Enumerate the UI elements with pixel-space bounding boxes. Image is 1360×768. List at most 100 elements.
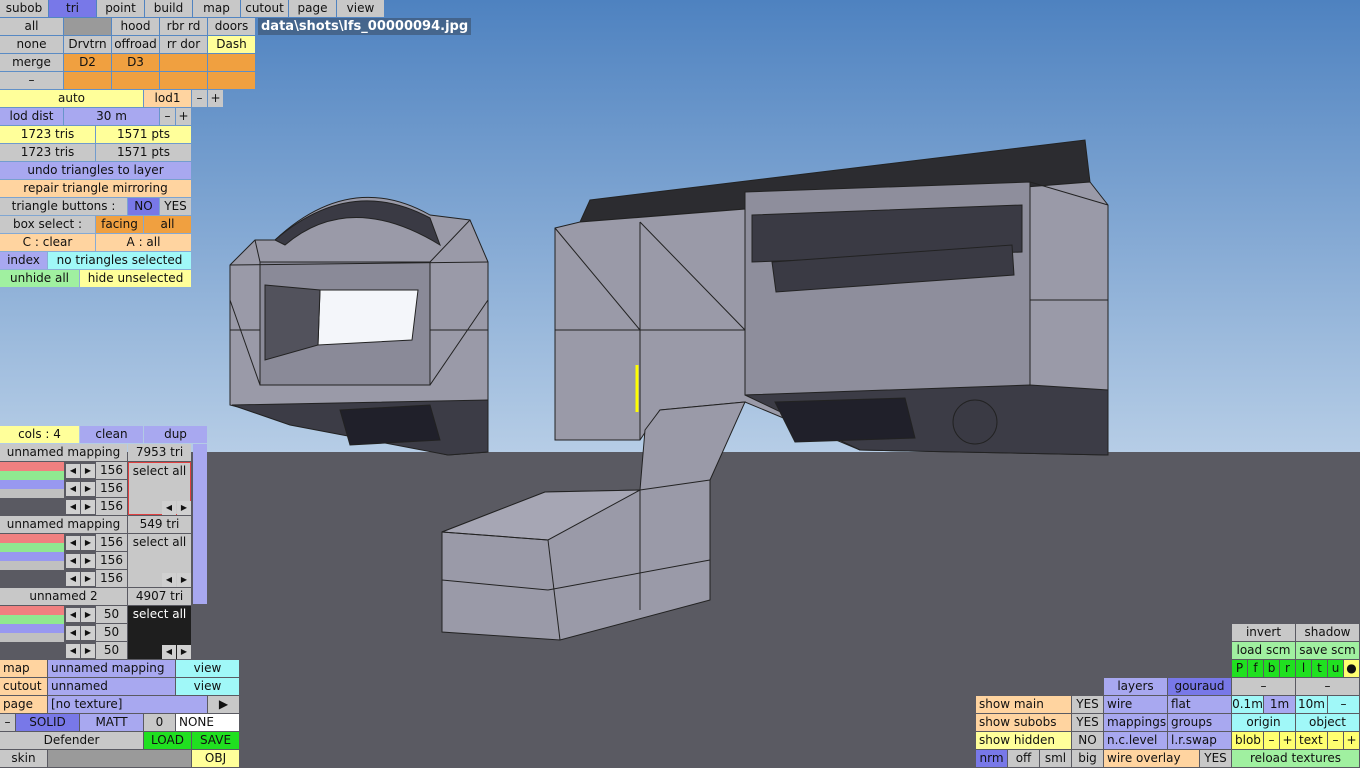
select-all-button[interactable]: A : all: [96, 234, 191, 251]
layers-button[interactable]: layers: [1104, 678, 1167, 695]
mapping-value[interactable]: 156: [96, 570, 127, 587]
subob-dash[interactable]: Dash: [208, 36, 255, 53]
next-arrow-icon[interactable]: ▶: [177, 573, 191, 587]
prev-arrow-icon[interactable]: ◀: [162, 573, 176, 587]
subob-d3[interactable]: D3: [112, 54, 159, 71]
map-view-button[interactable]: view: [176, 660, 239, 677]
prev-arrow-icon[interactable]: ◀: [162, 645, 176, 659]
reload-textures-button[interactable]: reload textures: [1232, 750, 1359, 767]
text-plus[interactable]: +: [1344, 732, 1359, 749]
clear-selection-button[interactable]: C : clear: [0, 234, 95, 251]
next-arrow-icon[interactable]: ▶: [177, 501, 191, 515]
step-10m[interactable]: 10m: [1296, 696, 1327, 713]
subob-none-button[interactable]: none: [0, 36, 63, 53]
decrease-arrow-icon[interactable]: ◀: [66, 554, 80, 568]
increase-arrow-icon[interactable]: ▶: [81, 500, 95, 514]
object-button[interactable]: object: [1296, 714, 1359, 731]
undo-triangles-button[interactable]: undo triangles to layer: [0, 162, 191, 179]
subob-all-button[interactable]: all: [0, 18, 63, 35]
material-none[interactable]: NONE: [176, 714, 239, 731]
wire-button[interactable]: wire: [1104, 696, 1167, 713]
repair-mirroring-button[interactable]: repair triangle mirroring: [0, 180, 191, 197]
index-button[interactable]: index: [0, 252, 47, 269]
increase-arrow-icon[interactable]: ▶: [81, 464, 95, 478]
decrease-arrow-icon[interactable]: ◀: [66, 500, 80, 514]
tab-cutout[interactable]: cutout: [241, 0, 288, 17]
mapping-value[interactable]: 50: [96, 624, 127, 641]
lod-dist-minus[interactable]: –: [160, 108, 175, 125]
mapping-value[interactable]: 156: [96, 534, 127, 551]
mapping-name[interactable]: unnamed mapping: [0, 444, 127, 461]
tab-tri[interactable]: tri: [49, 0, 96, 17]
view-letter-6[interactable]: u: [1328, 660, 1343, 677]
dup-button[interactable]: dup: [144, 426, 207, 443]
color-channel-slider[interactable]: [0, 561, 64, 570]
view-letter-3[interactable]: r: [1280, 660, 1295, 677]
view-letter-7[interactable]: ●: [1344, 660, 1359, 677]
color-channel-slider[interactable]: [0, 624, 64, 633]
decrease-arrow-icon[interactable]: ◀: [66, 626, 80, 640]
save-scm-button[interactable]: save scm: [1296, 642, 1359, 659]
blob-button[interactable]: blob: [1232, 732, 1263, 749]
step-0-1m[interactable]: 0.1m: [1232, 696, 1263, 713]
mapping-value[interactable]: 156: [96, 498, 127, 515]
shadow-button[interactable]: shadow: [1296, 624, 1359, 641]
mapping-name[interactable]: unnamed mapping: [0, 516, 127, 533]
mapping-value[interactable]: 50: [96, 606, 127, 623]
box-select-all[interactable]: all: [144, 216, 191, 233]
color-channel-slider[interactable]: [0, 606, 64, 615]
subob-offroad[interactable]: offroad: [112, 36, 159, 53]
color-channel-slider[interactable]: [0, 471, 64, 480]
color-channel-slider[interactable]: [0, 552, 64, 561]
lod-minus-button[interactable]: –: [192, 90, 207, 107]
load-button[interactable]: LOAD: [144, 732, 191, 749]
show-main-toggle[interactable]: YES: [1072, 696, 1103, 713]
box-select-facing[interactable]: facing: [96, 216, 143, 233]
subob-slot-empty-1[interactable]: [160, 54, 207, 71]
view-letter-5[interactable]: t: [1312, 660, 1327, 677]
color-channel-slider[interactable]: [0, 633, 64, 642]
decrease-arrow-icon[interactable]: ◀: [66, 536, 80, 550]
solid-button[interactable]: SOLID: [16, 714, 79, 731]
next-arrow-icon[interactable]: ▶: [177, 645, 191, 659]
view-letter-1[interactable]: f: [1248, 660, 1263, 677]
subob-slot-empty-6[interactable]: [208, 72, 255, 89]
invert-button[interactable]: invert: [1232, 624, 1295, 641]
big-button[interactable]: big: [1072, 750, 1103, 767]
increase-arrow-icon[interactable]: ▶: [81, 554, 95, 568]
subob-slot-empty-4[interactable]: [112, 72, 159, 89]
hide-unselected-button[interactable]: hide unselected: [80, 270, 191, 287]
decrease-arrow-icon[interactable]: ◀: [66, 608, 80, 622]
mapping-value[interactable]: 156: [96, 480, 127, 497]
grid-minus-1[interactable]: –: [1232, 678, 1295, 695]
mapping-name[interactable]: unnamed 2: [0, 588, 127, 605]
color-channel-slider[interactable]: [0, 615, 64, 624]
color-channel-slider[interactable]: [0, 489, 64, 498]
increase-arrow-icon[interactable]: ▶: [81, 608, 95, 622]
decrease-arrow-icon[interactable]: ◀: [66, 482, 80, 496]
tab-build[interactable]: build: [145, 0, 192, 17]
blob-plus[interactable]: +: [1280, 732, 1295, 749]
subob-slot-empty-2[interactable]: [208, 54, 255, 71]
text-minus[interactable]: –: [1328, 732, 1343, 749]
view-letter-2[interactable]: b: [1264, 660, 1279, 677]
step-minus[interactable]: –: [1328, 696, 1359, 713]
view-letter-0[interactable]: P: [1232, 660, 1247, 677]
lr-swap-button[interactable]: l.r.swap: [1168, 732, 1231, 749]
subob-d2[interactable]: D2: [64, 54, 111, 71]
triangle-buttons-yes[interactable]: YES: [160, 198, 191, 215]
save-button[interactable]: SAVE: [192, 732, 239, 749]
skin-field[interactable]: [48, 750, 191, 767]
mapping-value[interactable]: 156: [96, 552, 127, 569]
tab-subob[interactable]: subob: [0, 0, 48, 17]
page-next-icon[interactable]: ▶: [208, 696, 239, 713]
increase-arrow-icon[interactable]: ▶: [81, 536, 95, 550]
nrm-button[interactable]: nrm: [976, 750, 1007, 767]
color-channel-slider[interactable]: [0, 543, 64, 552]
increase-arrow-icon[interactable]: ▶: [81, 626, 95, 640]
wire-overlay-toggle[interactable]: YES: [1200, 750, 1231, 767]
text-button[interactable]: text: [1296, 732, 1327, 749]
subob-minus-button[interactable]: –: [0, 72, 63, 89]
subob-merge-button[interactable]: merge: [0, 54, 63, 71]
clean-button[interactable]: clean: [80, 426, 143, 443]
